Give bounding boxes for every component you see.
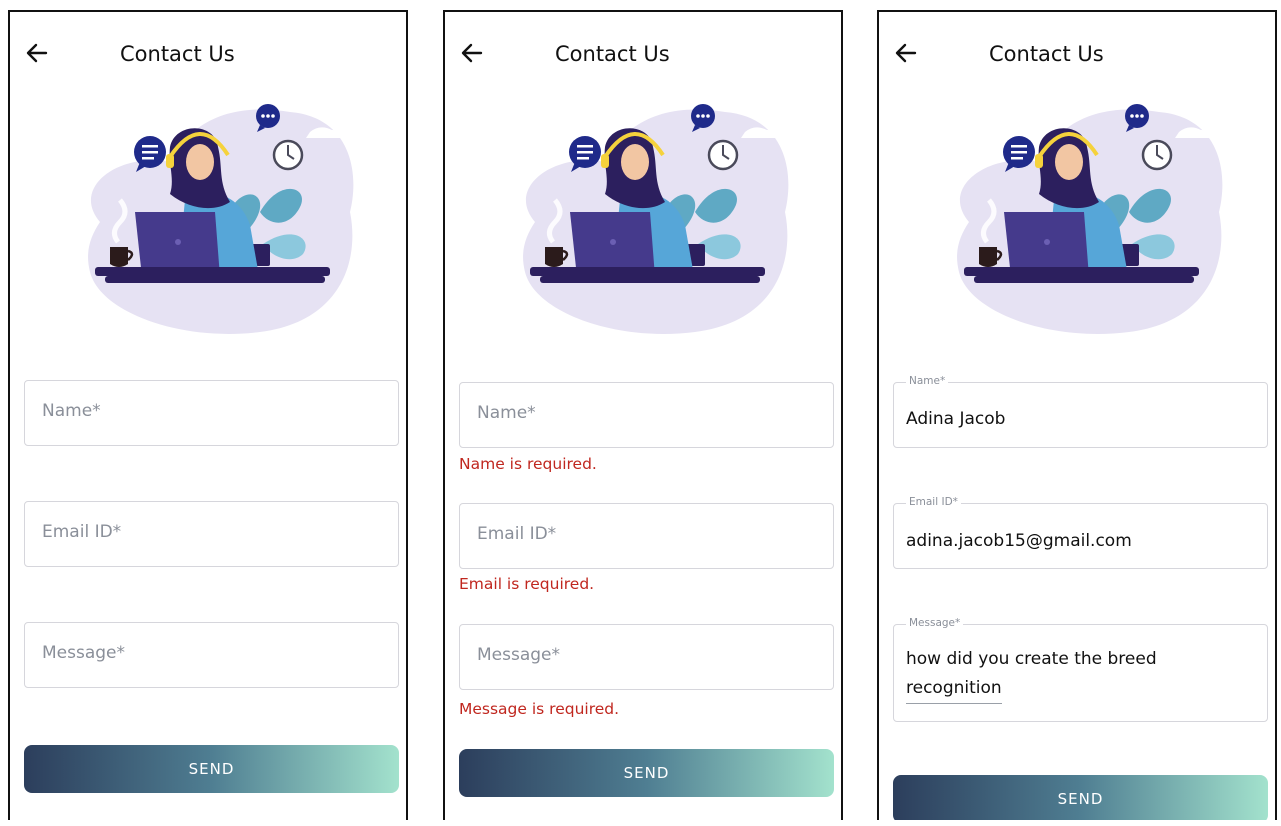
message-line-1: how did you create the breed — [906, 649, 1157, 669]
name-input[interactable]: Name* — [24, 380, 399, 446]
email-input[interactable]: Email ID* adina.jacob15@gmail.com — [893, 496, 1268, 569]
message-line-2: recognition — [906, 674, 1002, 704]
page-title: Contact Us — [555, 42, 670, 66]
support-agent-illustration — [60, 92, 360, 337]
support-agent-illustration — [495, 92, 795, 337]
name-placeholder: Name* — [477, 403, 536, 423]
contact-screen-empty: Contact Us Name* Email ID* Message* SEND — [8, 10, 408, 820]
message-input[interactable]: Message* how did you create the breed re… — [893, 617, 1268, 722]
contact-screen-errors: Contact Us Name* Name is required. Email… — [443, 10, 843, 820]
arrow-left-icon[interactable] — [459, 40, 485, 66]
message-label: Message* — [906, 617, 964, 629]
send-button[interactable]: SEND — [893, 775, 1268, 820]
name-placeholder: Name* — [42, 401, 101, 421]
send-button[interactable]: SEND — [24, 745, 399, 793]
email-label: Email ID* — [906, 496, 961, 508]
send-button[interactable]: SEND — [459, 749, 834, 797]
arrow-left-icon[interactable] — [24, 40, 50, 66]
message-placeholder: Message* — [477, 645, 561, 665]
name-input[interactable]: Name* — [459, 382, 834, 448]
page-title: Contact Us — [989, 42, 1104, 66]
contact-screen-filled: Contact Us Name* Adina Jacob Email ID* a… — [877, 10, 1277, 820]
name-label: Name* — [906, 375, 949, 387]
message-input[interactable]: Message* — [459, 624, 834, 690]
name-value: Adina Jacob — [906, 409, 1006, 429]
email-input[interactable]: Email ID* — [24, 501, 399, 567]
message-error: Message is required. — [459, 700, 620, 718]
support-agent-illustration — [929, 92, 1229, 337]
message-placeholder: Message* — [42, 643, 126, 663]
email-placeholder: Email ID* — [477, 524, 557, 544]
email-input[interactable]: Email ID* — [459, 503, 834, 569]
name-input[interactable]: Name* Adina Jacob — [893, 375, 1268, 448]
arrow-left-icon[interactable] — [893, 40, 919, 66]
email-value: adina.jacob15@gmail.com — [906, 531, 1132, 551]
page-title: Contact Us — [120, 42, 235, 66]
email-placeholder: Email ID* — [42, 522, 122, 542]
email-error: Email is required. — [459, 575, 595, 593]
name-error: Name is required. — [459, 455, 597, 473]
message-input[interactable]: Message* — [24, 622, 399, 688]
